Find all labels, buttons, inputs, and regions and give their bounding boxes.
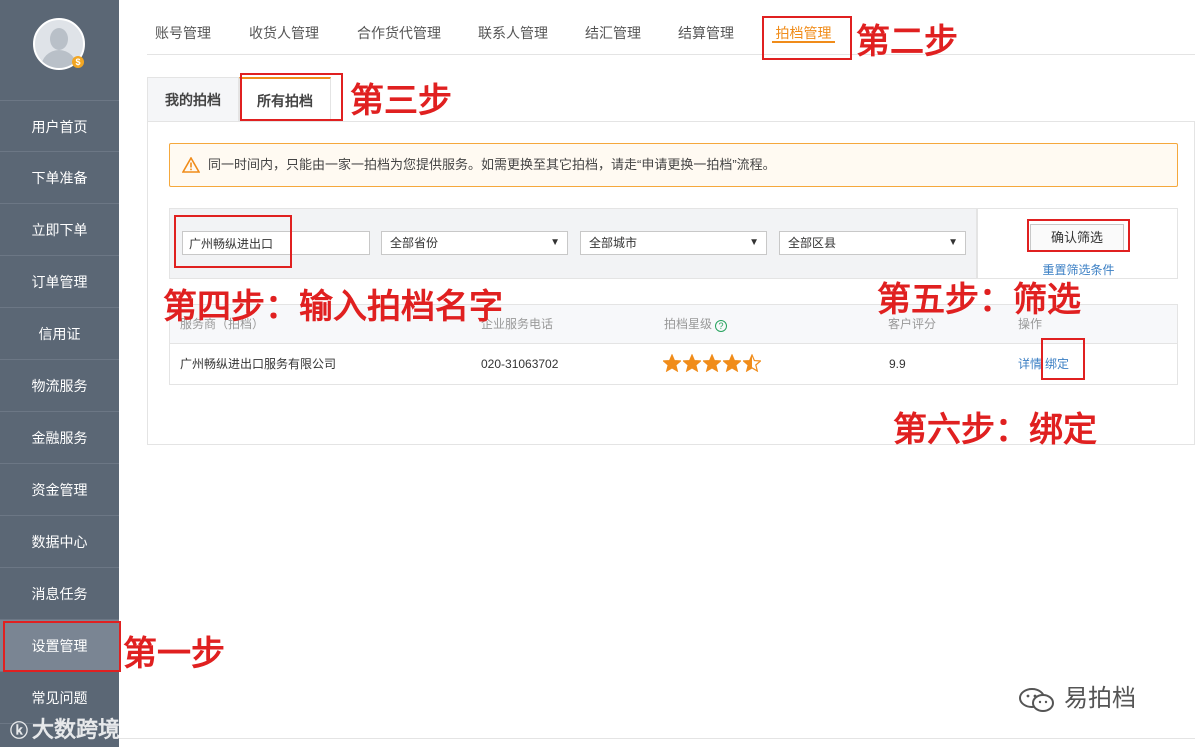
chevron-down-icon: ▼ xyxy=(948,237,958,248)
sidebar-item-home[interactable]: 用户首页 xyxy=(0,100,119,152)
star-icon xyxy=(703,354,721,372)
star-icon xyxy=(683,354,701,372)
wechat-logo-icon xyxy=(1019,687,1054,712)
bottom-divider xyxy=(119,738,1195,739)
tab-consignee[interactable]: 收货人管理 xyxy=(249,0,319,55)
watermark-right-text: 易拍档 xyxy=(1064,685,1136,712)
step1-highlight xyxy=(3,621,121,672)
header-rating-label: 拍档星级 xyxy=(664,317,713,331)
notice-text: 同一时间内，只能由一家一拍档为您提供服务。如需更换至其它拍档，请走“申请更换一拍… xyxy=(208,157,776,172)
watermark-left-text: 大数跨境 xyxy=(32,717,121,742)
star-icon xyxy=(663,354,681,372)
tab-contacts[interactable]: 联系人管理 xyxy=(478,0,548,55)
chevron-down-icon: ▼ xyxy=(749,237,759,248)
header-rating: 拍档星级? xyxy=(664,305,728,344)
warning-icon xyxy=(182,157,200,173)
step3-label: 第三步 xyxy=(350,81,452,121)
tab-forwarder[interactable]: 合作货代管理 xyxy=(357,0,441,55)
district-select[interactable]: 全部区县 ▼ xyxy=(779,231,966,255)
step4-highlight xyxy=(174,215,292,268)
sidebar-item-funds[interactable]: 资金管理 xyxy=(0,464,119,516)
step6-label: 第六步：绑定 xyxy=(893,410,1097,450)
star-icon xyxy=(723,354,741,372)
row-score: 9.9 xyxy=(889,357,906,371)
tab-exchange[interactable]: 结汇管理 xyxy=(585,0,641,55)
step1-label: 第一步 xyxy=(123,634,225,674)
sidebar-item-place-order[interactable]: 立即下单 xyxy=(0,204,119,256)
sidebar-item-letter-of-credit[interactable]: 信用证 xyxy=(0,308,119,360)
step5-highlight xyxy=(1027,219,1130,252)
brand-logo-icon: ⓚ xyxy=(10,721,28,741)
sidebar-item-order-prep[interactable]: 下单准备 xyxy=(0,152,119,204)
sidebar-item-logistics[interactable]: 物流服务 xyxy=(0,360,119,412)
detail-link[interactable]: 详情 xyxy=(1018,344,1042,384)
district-select-value: 全部区县 xyxy=(788,236,837,250)
tab-account[interactable]: 账号管理 xyxy=(155,0,211,55)
province-select-value: 全部省份 xyxy=(390,236,439,250)
notice-banner: 同一时间内，只能由一家一拍档为您提供服务。如需更换至其它拍档，请走“申请更换一拍… xyxy=(169,143,1178,187)
avatar-head xyxy=(50,28,68,50)
watermark-right: 易拍档 xyxy=(1018,678,1136,713)
help-icon[interactable]: ? xyxy=(715,320,728,332)
step3-highlight xyxy=(240,73,343,121)
city-select[interactable]: 全部城市 ▼ xyxy=(580,231,767,255)
step6-highlight xyxy=(1041,338,1085,380)
step2-label: 第二步 xyxy=(856,22,958,62)
coin-badge-icon: $ xyxy=(72,56,84,68)
tab-settlement[interactable]: 结算管理 xyxy=(678,0,734,55)
sidebar-item-data-center[interactable]: 数据中心 xyxy=(0,516,119,568)
watermark-left: ⓚ 大数跨境 xyxy=(10,712,120,744)
row-phone: 020-31063702 xyxy=(481,357,559,371)
tab-my-partner[interactable]: 我的拍档 xyxy=(147,77,239,122)
step2-highlight xyxy=(762,16,852,60)
row-partner-name: 广州畅纵进出口服务有限公司 xyxy=(180,357,337,371)
star-icon xyxy=(743,354,761,372)
step5-label: 第五步：筛选 xyxy=(877,280,1081,320)
sidebar-item-messages[interactable]: 消息任务 xyxy=(0,568,119,620)
province-select[interactable]: 全部省份 ▼ xyxy=(381,231,568,255)
city-select-value: 全部城市 xyxy=(589,236,638,250)
table-row: 广州畅纵进出口服务有限公司 020-31063702 9.9 详情 绑定 xyxy=(170,344,1177,384)
chevron-down-icon: ▼ xyxy=(550,237,560,248)
rating-stars xyxy=(663,354,763,374)
sidebar-item-orders[interactable]: 订单管理 xyxy=(0,256,119,308)
step4-label: 第四步：输入拍档名字 xyxy=(163,287,503,327)
top-tabs: 账号管理 收货人管理 合作货代管理 联系人管理 结汇管理 结算管理 拍档管理 xyxy=(147,0,1195,55)
sidebar-item-finance[interactable]: 金融服务 xyxy=(0,412,119,464)
